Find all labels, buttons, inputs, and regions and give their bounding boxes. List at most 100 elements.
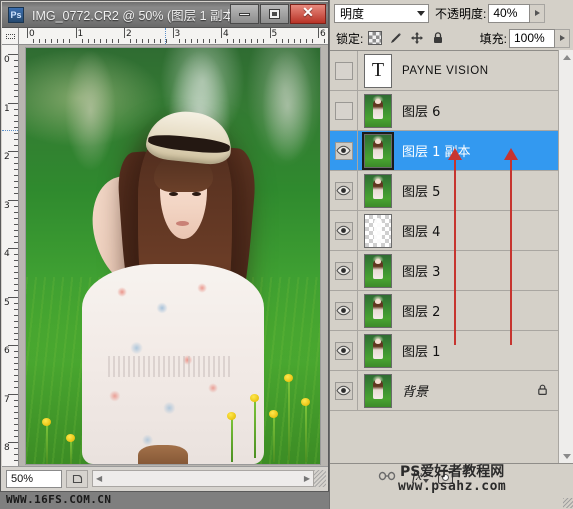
zoom-level-input[interactable]: 50% (6, 469, 62, 488)
horizontal-scrollbar[interactable]: ◀ ▶ (92, 470, 314, 487)
lock-position-icon[interactable] (410, 31, 424, 45)
ruler-tick (221, 28, 222, 38)
watermark-bottom-left: WWW.16FS.COM.CN (6, 493, 112, 506)
layer-thumbnail[interactable] (364, 213, 392, 248)
horizontal-ruler[interactable]: 0 1 2 3 4 5 6 (19, 28, 328, 45)
link-layers-icon[interactable] (378, 470, 396, 485)
fill-input[interactable]: 100% (509, 28, 555, 48)
photo-dress-waist (108, 355, 232, 377)
lock-all-icon[interactable] (431, 31, 445, 45)
layer-row[interactable]: 图层 2 (330, 291, 559, 331)
ruler-tick-minor (14, 417, 18, 419)
layer-visibility-cell[interactable] (330, 251, 358, 290)
layer-row[interactable]: 图层 1 (330, 331, 559, 371)
eye-icon[interactable] (334, 381, 353, 400)
ruler-tick-minor (14, 78, 18, 80)
ruler-origin-corner[interactable] (2, 28, 19, 45)
fill-label: 填充: (479, 31, 507, 46)
ruler-tick-minor (14, 187, 18, 189)
ruler-tick-minor (14, 357, 18, 359)
maximize-button[interactable] (260, 4, 289, 24)
layer-visibility-cell[interactable] (330, 171, 358, 210)
layer-thumbnail[interactable] (364, 253, 392, 288)
layer-visibility-cell[interactable] (330, 51, 358, 90)
eye-icon[interactable] (334, 221, 353, 240)
layer-thumbnail[interactable] (364, 93, 392, 128)
layer-name: 图层 1 (402, 345, 441, 360)
panel-resize-grip[interactable] (563, 498, 573, 508)
layer-row[interactable]: 背景 (330, 371, 559, 411)
ruler-tick-minor (117, 39, 119, 43)
layer-thumbnail[interactable] (364, 333, 392, 368)
layer-thumbnail[interactable] (364, 293, 392, 328)
layer-row[interactable]: T PAYNE VISION (330, 51, 559, 91)
layer-thumbnail[interactable] (362, 131, 394, 170)
layer-thumbnail[interactable]: T (364, 53, 392, 88)
document-info-icon[interactable] (66, 469, 88, 488)
layer-thumbnail[interactable] (364, 173, 392, 208)
lock-pixels-icon[interactable] (389, 31, 403, 45)
ruler-label: 4 (223, 29, 229, 39)
ruler-tick-minor (148, 39, 150, 43)
canvas-area[interactable] (19, 45, 328, 467)
eye-icon[interactable] (334, 301, 353, 320)
photo-flower-stem (273, 416, 275, 462)
layer-row[interactable]: 图层 4 (330, 211, 559, 251)
ruler-tick-minor (14, 266, 18, 268)
layer-visibility-cell[interactable] (330, 291, 358, 330)
ruler-tick-minor (257, 39, 259, 43)
eye-off-icon[interactable] (334, 61, 353, 80)
blend-mode-value: 明度 (340, 6, 365, 21)
maximize-icon (269, 9, 280, 19)
blend-options-row: 明度 不透明度: 40% (330, 0, 573, 26)
photo-flower (269, 410, 278, 418)
opacity-input[interactable]: 40% (488, 3, 531, 23)
layer-row[interactable]: 图层 3 (330, 251, 559, 291)
layer-row[interactable]: 图层 1 副本 (330, 131, 559, 171)
guide-vertical[interactable] (165, 28, 167, 44)
ruler-tick-minor (14, 338, 18, 340)
layer-row[interactable]: 图层 6 (330, 91, 559, 131)
scroll-down-button[interactable] (559, 449, 573, 463)
eye-off-icon[interactable] (334, 101, 353, 120)
eye-icon[interactable] (334, 341, 353, 360)
layer-visibility-cell[interactable] (330, 371, 358, 410)
guide-horizontal[interactable] (2, 130, 18, 132)
eye-icon[interactable] (334, 261, 353, 280)
ruler-tick (172, 28, 174, 38)
scroll-left-icon[interactable]: ◀ (93, 471, 105, 486)
layer-visibility-cell[interactable] (330, 211, 358, 250)
eye-icon[interactable] (334, 181, 353, 200)
scroll-right-icon[interactable]: ▶ (301, 471, 313, 486)
layer-thumbnail[interactable] (364, 373, 392, 408)
lock-transparency-icon[interactable] (368, 31, 383, 45)
photo-bokeh-left (64, 48, 118, 173)
layers-scrollbar[interactable] (558, 50, 573, 463)
watermark-panel: PS爱好者教程网 www.psahz.com (398, 465, 506, 493)
fill-stepper[interactable] (555, 28, 570, 48)
photo-flower-stem (305, 404, 307, 462)
close-button[interactable]: ✕ (290, 4, 326, 24)
ruler-tick (269, 28, 271, 38)
ruler-tick-minor (324, 39, 326, 43)
minimize-button[interactable] (230, 4, 259, 24)
layer-row[interactable]: 图层 5 (330, 171, 559, 211)
photo-eye-left (168, 191, 178, 196)
resize-grip[interactable] (314, 470, 326, 487)
layer-list[interactable]: T PAYNE VISION 图层 6 图层 1 副本 图层 5 图层 4 图层 3 图层 2… (330, 50, 573, 463)
eye-icon[interactable] (334, 141, 353, 160)
scroll-up-button[interactable] (559, 50, 573, 64)
opacity-stepper[interactable] (530, 3, 546, 23)
vertical-ruler[interactable]: 0 1 2 3 4 5 6 7 8 (2, 45, 19, 467)
layer-visibility-cell[interactable] (330, 131, 358, 170)
ruler-tick-minor (202, 39, 204, 43)
ruler-tick-minor (299, 39, 301, 43)
ruler-tick-minor (33, 39, 35, 43)
layer-visibility-cell[interactable] (330, 331, 358, 370)
layer-visibility-cell[interactable] (330, 91, 358, 130)
blend-mode-select[interactable]: 明度 (334, 3, 429, 23)
ruler-tick-minor (14, 272, 18, 274)
ruler-tick (124, 28, 125, 38)
thumbnail-subject-head (374, 379, 382, 384)
window-titlebar[interactable]: Ps IMG_0772.CR2 @ 50% (图层 1 副本,... ✕ (2, 2, 328, 28)
